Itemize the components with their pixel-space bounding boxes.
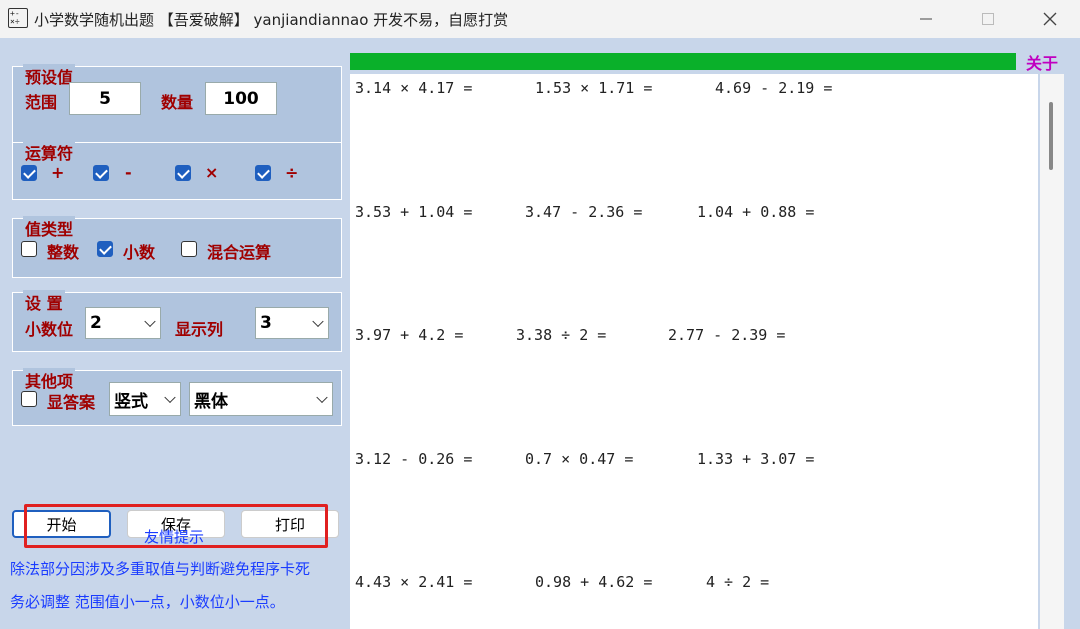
chevron-down-icon bbox=[164, 391, 176, 404]
decimal-label: 小数 bbox=[123, 243, 156, 262]
op-divide-checkbox[interactable] bbox=[255, 165, 271, 181]
font-value: 黑体 bbox=[194, 391, 228, 412]
problem-item: 0.7 × 0.47 = bbox=[525, 450, 634, 468]
operators-group: 运算符 + - × ÷ bbox=[12, 140, 342, 200]
decimal-places-label: 小数位 bbox=[25, 320, 74, 339]
problem-item: 1.04 + 0.88 = bbox=[697, 203, 815, 221]
columns-select[interactable]: 3 bbox=[255, 307, 329, 339]
progress-bar bbox=[350, 53, 1016, 70]
decimal-places-value: 2 bbox=[90, 313, 102, 333]
integer-label: 整数 bbox=[47, 243, 80, 262]
range-label: 范围 bbox=[25, 93, 58, 112]
count-input[interactable]: 100 bbox=[205, 82, 277, 115]
chevron-down-icon bbox=[316, 391, 328, 404]
op-times-checkbox[interactable] bbox=[175, 165, 191, 181]
problem-item: 1.33 + 3.07 = bbox=[697, 450, 815, 468]
chevron-down-icon bbox=[312, 315, 324, 328]
font-select[interactable]: 黑体 bbox=[189, 382, 333, 416]
count-label: 数量 bbox=[161, 93, 194, 112]
other-group: 其他项 显答案 竖式 黑体 bbox=[12, 368, 342, 426]
title-bar: +- ×÷ 小学数学随机出题 【吾爱破解】 yanjiandiannao 开发不易… bbox=[0, 0, 1080, 38]
value-type-group: 值类型 整数 小数 混合运算 bbox=[12, 216, 342, 278]
minimize-icon bbox=[920, 18, 932, 20]
problem-item: 3.47 - 2.36 = bbox=[525, 203, 643, 221]
tip-title: 友情提示 bbox=[143, 528, 204, 546]
problem-item: 1.53 × 1.71 = bbox=[535, 79, 653, 97]
mixed-op-label: 混合运算 bbox=[207, 243, 272, 262]
scroll-thumb[interactable] bbox=[1049, 102, 1053, 170]
problem-item: 4.69 - 2.19 = bbox=[715, 79, 833, 97]
worksheet-area bbox=[350, 74, 1038, 629]
decimal-places-select[interactable]: 2 bbox=[85, 307, 161, 339]
decimal-checkbox[interactable] bbox=[97, 241, 113, 257]
calculator-app-icon: +- ×÷ bbox=[8, 8, 28, 28]
mixed-op-checkbox[interactable] bbox=[181, 241, 197, 257]
maximize-icon bbox=[982, 13, 994, 25]
tip-line-1: 除法部分因涉及多重取值与判断避免程序卡死 bbox=[10, 560, 311, 578]
columns-value: 3 bbox=[260, 313, 272, 333]
show-answer-checkbox[interactable] bbox=[21, 391, 37, 407]
problem-item: 3.97 + 4.2 = bbox=[355, 326, 464, 344]
problem-item: 0.98 + 4.62 = bbox=[535, 573, 653, 591]
window-title: 小学数学随机出题 【吾爱破解】 yanjiandiannao 开发不易，自愿打赏 bbox=[34, 11, 509, 29]
op-times-label: × bbox=[205, 163, 219, 182]
vertical-scrollbar[interactable] bbox=[1040, 74, 1064, 629]
settings-group: 设 置 小数位 2 显示列 3 bbox=[12, 290, 342, 352]
problem-item: 3.14 × 4.17 = bbox=[355, 79, 473, 97]
settings-panel: 预设值 范围 5 数量 100 运算符 + - × ÷ 值类型 整数 小数 混合… bbox=[0, 38, 348, 629]
op-plus-label: + bbox=[51, 163, 65, 182]
minimize-button[interactable] bbox=[898, 0, 954, 38]
problem-item: 4 ÷ 2 = bbox=[706, 573, 770, 591]
problem-item: 3.38 ÷ 2 = bbox=[516, 326, 607, 344]
op-minus-label: - bbox=[125, 163, 132, 182]
problem-item: 3.12 - 0.26 = bbox=[355, 450, 473, 468]
close-button[interactable] bbox=[1022, 0, 1078, 38]
range-input[interactable]: 5 bbox=[69, 82, 141, 115]
format-select[interactable]: 竖式 bbox=[109, 382, 181, 416]
problem-item: 3.53 + 1.04 = bbox=[355, 203, 473, 221]
presets-group-title: 预设值 bbox=[23, 64, 76, 88]
settings-group-title: 设 置 bbox=[23, 290, 65, 314]
operators-group-title: 运算符 bbox=[23, 140, 76, 164]
value-type-group-title: 值类型 bbox=[23, 216, 76, 240]
integer-checkbox[interactable] bbox=[21, 241, 37, 257]
columns-label: 显示列 bbox=[175, 320, 224, 339]
op-divide-label: ÷ bbox=[285, 163, 299, 182]
tip-line-2: 务必调整 范围值小一点，小数位小一点。 bbox=[10, 593, 285, 611]
problem-item: 2.77 - 2.39 = bbox=[668, 326, 786, 344]
op-minus-checkbox[interactable] bbox=[93, 165, 109, 181]
close-icon bbox=[1043, 12, 1057, 26]
problem-item: 4.43 × 2.41 = bbox=[355, 573, 473, 591]
show-answer-label: 显答案 bbox=[47, 393, 96, 412]
op-plus-checkbox[interactable] bbox=[21, 165, 37, 181]
about-link[interactable]: 关于 bbox=[1026, 50, 1058, 74]
format-value: 竖式 bbox=[114, 391, 148, 412]
chevron-down-icon bbox=[144, 315, 156, 328]
maximize-button[interactable] bbox=[960, 0, 1016, 38]
